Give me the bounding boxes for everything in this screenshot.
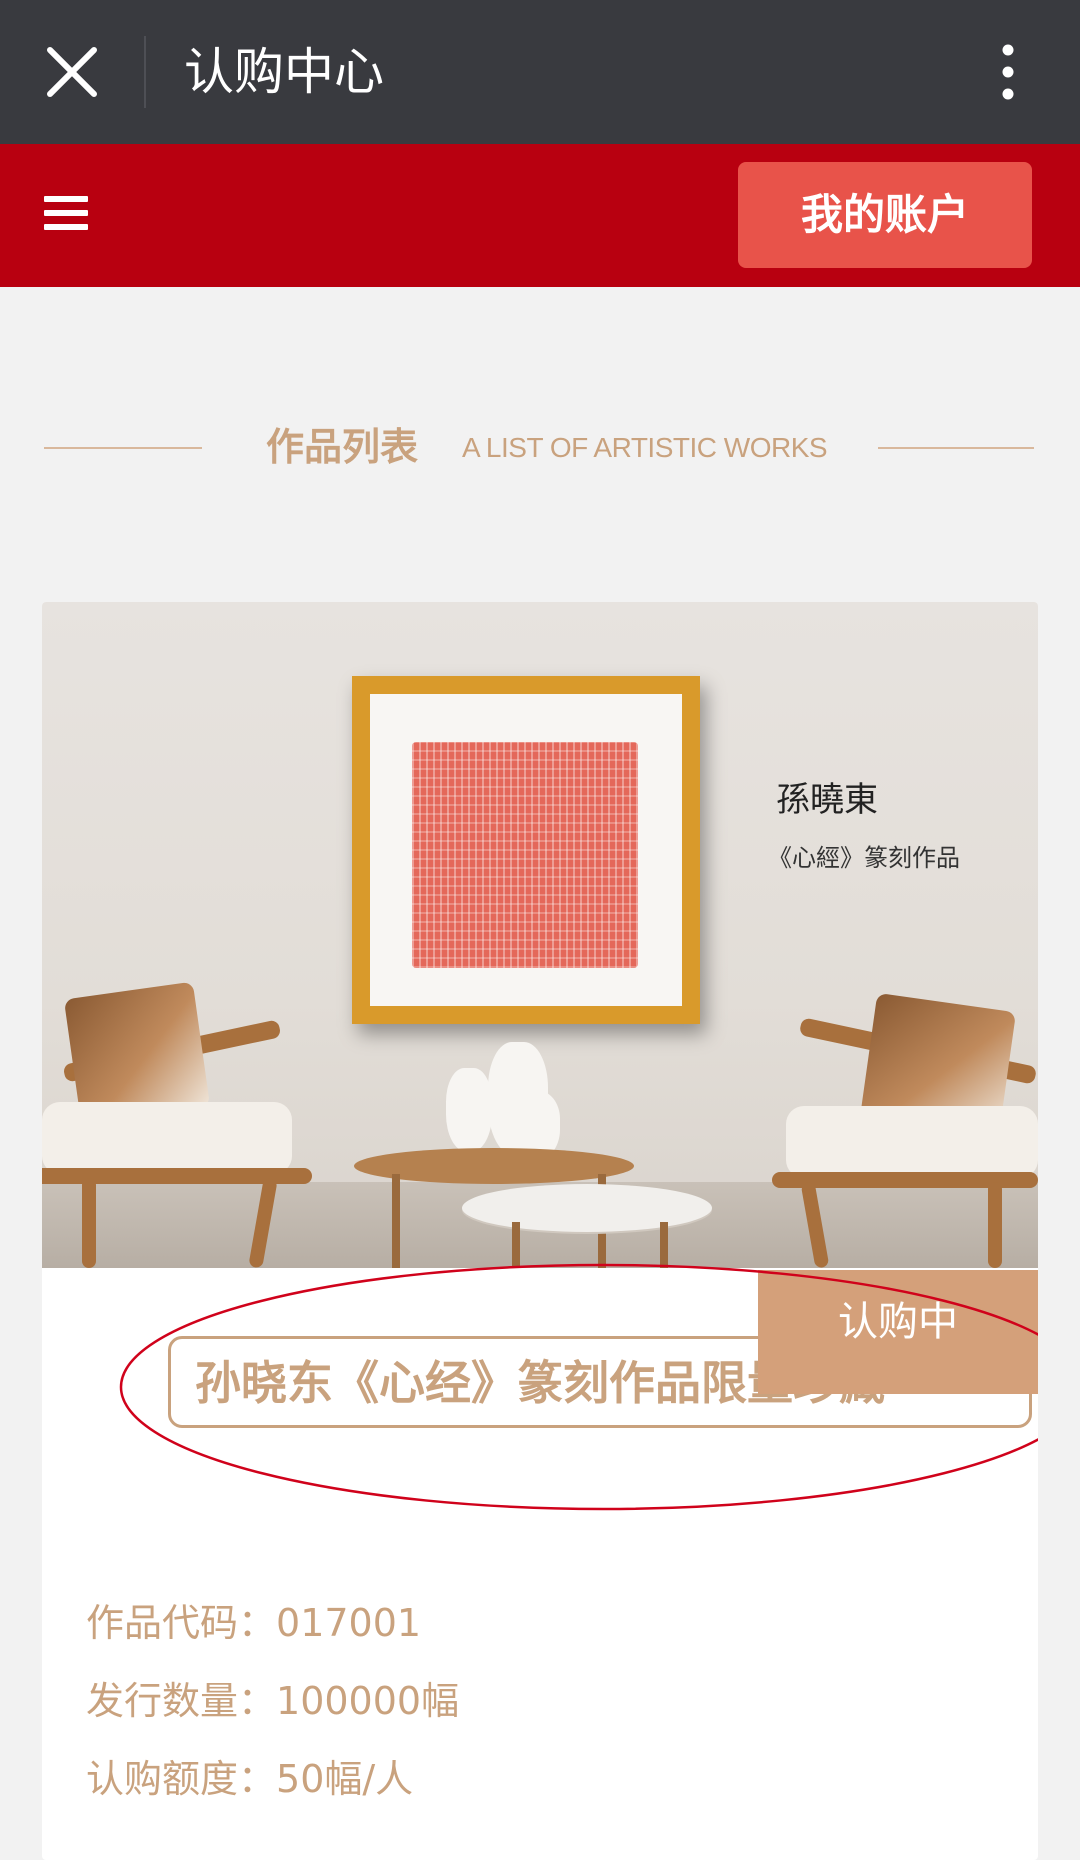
image-caption-text: 《心經》篆刻作品 [768, 844, 960, 872]
page-title: 认购中心 [184, 43, 384, 101]
product-code-label: 作品代码： [86, 1601, 277, 1645]
product-code-value: 017001 [276, 1601, 422, 1645]
topbar-divider [144, 36, 146, 108]
section-title-en: A LIST OF ARTISTIC WORKS [462, 432, 828, 463]
more-vertical-icon [1002, 44, 1014, 100]
heading-divider-left [44, 447, 202, 449]
menu-button[interactable] [44, 196, 88, 236]
framed-seal-artwork [352, 676, 700, 1024]
site-header: 我的账户 [0, 144, 1080, 287]
more-options-button[interactable] [990, 40, 1026, 104]
top-navigation-bar: 认购中心 [0, 0, 1080, 144]
close-icon [47, 47, 97, 97]
status-badge: 认购中 [758, 1270, 1038, 1394]
seal-carving [412, 742, 638, 968]
issue-quantity-row: 发行数量：100000幅 [86, 1674, 459, 1728]
section-heading: 作品列表 A LIST OF ARTISTIC WORKS [0, 420, 1080, 480]
my-account-button[interactable]: 我的账户 [738, 162, 1032, 268]
subscription-limit-row: 认购额度：50幅/人 [86, 1752, 413, 1806]
subscription-limit-value: 50幅/人 [276, 1757, 414, 1801]
issue-quantity-value: 100000幅 [276, 1679, 460, 1723]
image-artist-text: 孫曉東 [776, 780, 878, 820]
issue-quantity-label: 发行数量： [86, 1679, 277, 1723]
section-title-zh: 作品列表 [266, 425, 419, 469]
subscription-limit-label: 认购额度： [86, 1757, 277, 1801]
product-image[interactable]: 孫曉東 《心經》篆刻作品 [42, 602, 1038, 1268]
product-code-row: 作品代码：017001 [86, 1596, 421, 1650]
product-card[interactable]: 孫曉東 《心經》篆刻作品 孙晓东《心经》篆刻作品限量珍藏 认购中 作品代码：01… [42, 602, 1038, 1860]
heading-divider-right [878, 447, 1034, 449]
hamburger-icon [44, 196, 88, 230]
close-button[interactable] [40, 40, 104, 104]
